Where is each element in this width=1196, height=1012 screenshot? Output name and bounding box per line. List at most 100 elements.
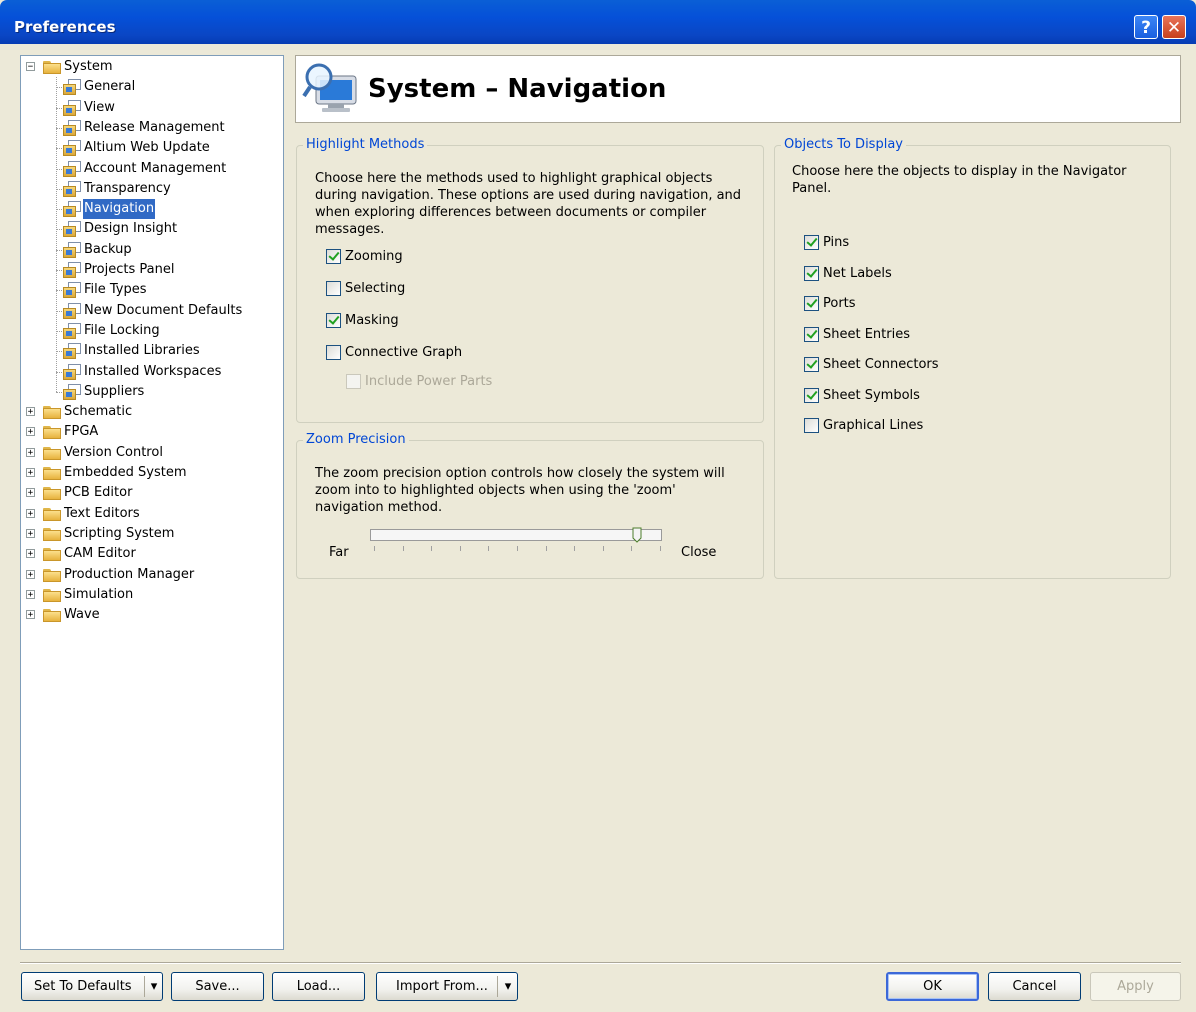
tree-node-fpga[interactable]: + FPGA xyxy=(21,422,283,442)
expand-icon[interactable]: + xyxy=(26,488,35,498)
tree-node-navigation[interactable]: Navigation xyxy=(21,199,283,219)
tree-node-design-insight[interactable]: Design Insight xyxy=(21,219,283,239)
tree-node-pcb-editor[interactable]: + PCB Editor xyxy=(21,483,283,503)
tree-node-label: File Locking xyxy=(84,323,160,338)
masking-checkbox-box[interactable] xyxy=(326,313,341,328)
tree-node-new-document-defaults[interactable]: New Document Defaults xyxy=(21,301,283,321)
slider-tick xyxy=(660,546,661,551)
tree-node-production-manager[interactable]: + Production Manager xyxy=(21,565,283,585)
settings-page-icon xyxy=(63,120,81,136)
tree-node-label: Account Management xyxy=(84,161,227,176)
tree-node-wave[interactable]: + Wave xyxy=(21,605,283,625)
close-icon[interactable]: ✕ xyxy=(1162,15,1186,39)
tree-node-file-locking[interactable]: File Locking xyxy=(21,321,283,341)
ports-checkbox-box[interactable] xyxy=(804,296,819,311)
tree-node-altium-web-update[interactable]: Altium Web Update xyxy=(21,138,283,158)
tree-node-view[interactable]: View xyxy=(21,98,283,118)
tree-node-cam-editor[interactable]: + CAM Editor xyxy=(21,544,283,564)
tree-node-simulation[interactable]: + Simulation xyxy=(21,585,283,605)
tree-node-installed-workspaces[interactable]: Installed Workspaces xyxy=(21,362,283,382)
settings-page-icon xyxy=(63,364,81,380)
tree-node-account-management[interactable]: Account Management xyxy=(21,159,283,179)
import-from-separator xyxy=(497,976,498,997)
tree-node-label: Schematic xyxy=(64,404,133,419)
graphical-lines-checkbox-box[interactable] xyxy=(804,418,819,433)
net-labels-checkbox-box[interactable] xyxy=(804,266,819,281)
expand-icon[interactable]: + xyxy=(26,610,35,620)
folder-icon xyxy=(43,467,61,480)
import-from-button[interactable]: Import From... ▾ xyxy=(376,972,518,1001)
tree-node-schematic[interactable]: + Schematic xyxy=(21,402,283,422)
zoom-precision-description: The zoom precision option controls how c… xyxy=(315,466,725,515)
expand-icon[interactable]: + xyxy=(26,529,35,539)
tree-node-file-types[interactable]: File Types xyxy=(21,280,283,300)
title-bar[interactable]: Preferences ? ✕ xyxy=(0,0,1196,44)
tree-node-system[interactable]: − System xyxy=(21,57,283,77)
sheet-entries-checkbox-box[interactable] xyxy=(804,327,819,342)
tree-node-scripting-system[interactable]: + Scripting System xyxy=(21,524,283,544)
expand-icon[interactable]: + xyxy=(26,427,35,437)
expand-icon[interactable]: + xyxy=(26,570,35,580)
ok-button[interactable]: OK xyxy=(886,972,979,1001)
page-header: System – Navigation xyxy=(295,55,1181,123)
expand-icon[interactable]: + xyxy=(26,549,35,559)
selecting-checkbox-box[interactable] xyxy=(326,281,341,296)
window-title: Preferences xyxy=(14,18,116,36)
sheet-entries-label: Sheet Entries xyxy=(823,327,910,342)
folder-icon xyxy=(43,548,61,561)
connective-graph-label: Connective Graph xyxy=(345,345,463,360)
settings-page-icon xyxy=(63,343,81,359)
tree-node-version-control[interactable]: + Version Control xyxy=(21,443,283,463)
settings-page-icon xyxy=(63,262,81,278)
collapse-icon[interactable]: − xyxy=(26,62,35,72)
folder-icon xyxy=(43,569,61,582)
folder-icon xyxy=(43,426,61,439)
folder-icon xyxy=(43,589,61,602)
preferences-tree[interactable]: − System General View Release Management… xyxy=(20,55,284,950)
highlight-methods-title: Highlight Methods xyxy=(303,137,428,153)
expand-icon[interactable]: + xyxy=(26,448,35,458)
footer-divider xyxy=(20,962,1181,964)
slider-tick xyxy=(631,546,632,551)
folder-icon xyxy=(43,508,61,521)
slider-tick xyxy=(546,546,547,551)
tree-connector xyxy=(56,77,57,393)
import-from-dropdown-icon[interactable]: ▾ xyxy=(499,973,517,1000)
cancel-button[interactable]: Cancel xyxy=(988,972,1081,1001)
tree-node-backup[interactable]: Backup xyxy=(21,240,283,260)
slider-thumb[interactable] xyxy=(632,527,642,543)
tree-node-label: Transparency xyxy=(84,181,171,196)
graphical-lines-label: Graphical Lines xyxy=(823,418,924,433)
tree-node-label: View xyxy=(84,100,115,115)
tree-node-installed-libraries[interactable]: Installed Libraries xyxy=(21,341,283,361)
set-to-defaults-dropdown-icon[interactable]: ▾ xyxy=(146,973,162,1000)
tree-node-projects-panel[interactable]: Projects Panel xyxy=(21,260,283,280)
tree-node-label: Simulation xyxy=(64,587,134,602)
zooming-checkbox-box[interactable] xyxy=(326,249,341,264)
tree-node-transparency[interactable]: Transparency xyxy=(21,179,283,199)
page-title: System – Navigation xyxy=(368,74,667,104)
expand-icon[interactable]: + xyxy=(26,468,35,478)
pins-checkbox-box[interactable] xyxy=(804,235,819,250)
sheet-symbols-checkbox-box[interactable] xyxy=(804,388,819,403)
help-icon[interactable]: ? xyxy=(1134,15,1158,39)
set-to-defaults-button[interactable]: Set To Defaults ▾ xyxy=(21,972,163,1001)
expand-icon[interactable]: + xyxy=(26,590,35,600)
tree-node-embedded-system[interactable]: + Embedded System xyxy=(21,463,283,483)
tree-node-label: Scripting System xyxy=(64,526,175,541)
connective-graph-checkbox-box[interactable] xyxy=(326,345,341,360)
expand-icon[interactable]: + xyxy=(26,509,35,519)
tree-node-general[interactable]: General xyxy=(21,77,283,97)
load-button[interactable]: Load... xyxy=(272,972,365,1001)
tree-node-release-management[interactable]: Release Management xyxy=(21,118,283,138)
expand-icon[interactable]: + xyxy=(26,407,35,417)
tree-node-label: Wave xyxy=(64,607,100,622)
tree-node-label: Suppliers xyxy=(84,384,145,399)
save-button[interactable]: Save... xyxy=(171,972,264,1001)
sheet-connectors-checkbox-box[interactable] xyxy=(804,357,819,372)
tree-node-suppliers[interactable]: Suppliers xyxy=(21,382,283,402)
tree-node-text-editors[interactable]: + Text Editors xyxy=(21,504,283,524)
slider-tick xyxy=(574,546,575,551)
tree-node-label: Release Management xyxy=(84,120,225,135)
zoom-precision-slider[interactable] xyxy=(370,529,662,541)
